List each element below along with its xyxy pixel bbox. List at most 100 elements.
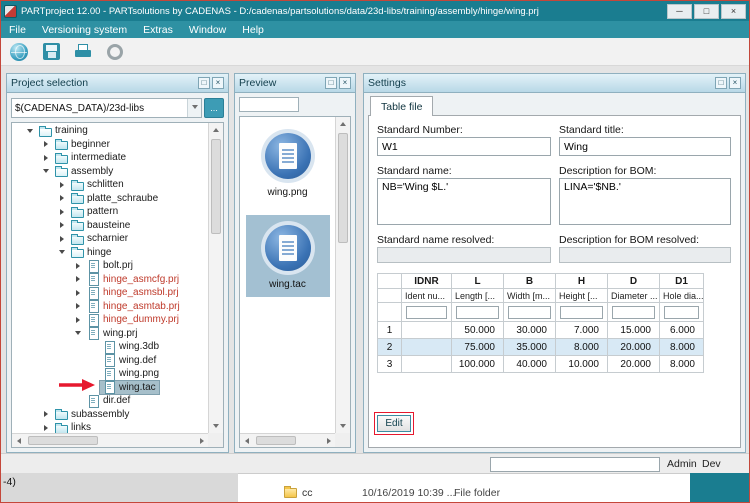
cell-d[interactable]: 15.000 [608,322,660,339]
tree-item[interactable]: hinge_asmcfg.prj [12,273,208,287]
tab-table-file[interactable]: Table file [370,96,433,116]
tree-item[interactable]: training [12,124,208,138]
float-panel-icon[interactable]: □ [325,77,337,89]
menu-item[interactable]: Versioning system [34,21,135,38]
scroll-up-icon[interactable] [209,123,223,137]
toolbar-button[interactable] [71,40,95,64]
preview-filter-input[interactable] [239,97,299,112]
column-header[interactable]: D [608,274,660,289]
tree-item[interactable]: wing.tac [12,381,208,395]
toolbar-button[interactable] [103,40,127,64]
expander-icon[interactable] [72,263,84,269]
menu-item[interactable]: Window [181,21,234,38]
scrollbar-thumb[interactable] [28,436,98,445]
table-filter-input[interactable] [456,306,499,319]
cell-h[interactable]: 7.000 [556,322,608,339]
scroll-down-icon[interactable] [336,419,350,433]
cell-h[interactable]: 8.000 [556,339,608,356]
cell-l[interactable]: 100.000 [452,356,504,373]
cell-b[interactable]: 35.000 [504,339,556,356]
table-filter-input[interactable] [406,306,447,319]
expander-icon[interactable] [56,247,68,257]
column-header[interactable]: L [452,274,504,289]
tree-item[interactable]: subassembly [12,408,208,422]
cell-d[interactable]: 20.000 [608,356,660,373]
expander-icon[interactable] [24,126,36,136]
toolbar-button[interactable] [7,40,31,64]
close-panel-icon[interactable]: × [339,77,351,89]
scroll-right-icon[interactable] [195,434,209,448]
standard-name-input[interactable]: NB='Wing $L.' [377,178,551,225]
tree-item[interactable]: assembly [12,165,208,179]
tree-item[interactable]: bolt.prj [12,259,208,273]
scroll-up-icon[interactable] [336,117,350,131]
tree-item[interactable]: scharnier [12,232,208,246]
table-filter-input[interactable] [560,306,603,319]
tree-item[interactable]: wing.prj [12,327,208,341]
toolbar-button[interactable] [39,40,63,64]
column-header[interactable]: IDNR [402,274,452,289]
column-header[interactable]: H [556,274,608,289]
project-path-combobox[interactable]: $(CADENAS_DATA)/23d-libs [11,98,202,118]
table-row[interactable]: 3 100.000 40.000 10.000 20.000 8.000 [378,356,704,373]
tree-item[interactable]: wing.png [12,367,208,381]
edit-button[interactable]: Edit [377,415,411,432]
bom-input[interactable]: LINA='$NB.' [559,178,731,225]
scroll-right-icon[interactable] [322,434,336,448]
combobox-dropdown-icon[interactable] [187,99,201,117]
float-panel-icon[interactable]: □ [198,77,210,89]
expander-icon[interactable] [40,141,52,147]
cell-l[interactable]: 50.000 [452,322,504,339]
table-row[interactable]: 1 50.000 30.000 7.000 15.000 6.000 [378,322,704,339]
cell-d1[interactable]: 8.000 [660,356,704,373]
cell-b[interactable]: 40.000 [504,356,556,373]
preview-item[interactable]: wing.tac [246,215,330,297]
tree-item[interactable]: wing.def [12,354,208,368]
expander-icon[interactable] [56,182,68,188]
scroll-down-icon[interactable] [209,419,223,433]
tree-horizontal-scrollbar[interactable] [12,433,209,447]
standard-title-input[interactable] [559,137,731,156]
close-button[interactable]: × [721,4,746,19]
float-panel-icon[interactable]: □ [715,77,727,89]
table-filter-input[interactable] [612,306,655,319]
tree-item[interactable]: hinge_asmtab.prj [12,300,208,314]
scroll-left-icon[interactable] [240,434,254,448]
expander-icon[interactable] [56,195,68,201]
cell-d1[interactable]: 8.000 [660,339,704,356]
tree-item[interactable]: intermediate [12,151,208,165]
cell-b[interactable]: 30.000 [504,322,556,339]
cell-idnr[interactable] [402,356,452,373]
menu-item[interactable]: File [1,21,34,38]
tree-item[interactable]: dir.def [12,394,208,408]
expander-icon[interactable] [72,328,84,338]
preview-horizontal-scrollbar[interactable] [240,433,336,447]
table-filter-input[interactable] [508,306,551,319]
scrollbar-thumb[interactable] [211,139,221,234]
maximize-button[interactable]: □ [694,4,719,19]
expander-icon[interactable] [56,236,68,242]
cell-l[interactable]: 75.000 [452,339,504,356]
tree-item[interactable]: hinge_dummy.prj [12,313,208,327]
tree-item[interactable]: platte_schraube [12,192,208,206]
tree-item[interactable]: wing.3db [12,340,208,354]
tree-item[interactable]: hinge_asmsbl.prj [12,286,208,300]
cell-idnr[interactable] [402,339,452,356]
menu-item[interactable]: Extras [135,21,181,38]
tree-item[interactable]: bausteine [12,219,208,233]
preview-vertical-scrollbar[interactable] [335,117,350,433]
expander-icon[interactable] [56,222,68,228]
tree-item[interactable]: pattern [12,205,208,219]
scrollbar-thumb[interactable] [256,436,296,445]
table-row[interactable]: 2 75.000 35.000 8.000 20.000 8.000 [378,339,704,356]
expander-icon[interactable] [72,276,84,282]
expander-icon[interactable] [72,290,84,296]
column-header[interactable]: D1 [660,274,704,289]
table-filter-input[interactable] [664,306,699,319]
cell-d1[interactable]: 6.000 [660,322,704,339]
dev-label[interactable]: Dev [702,458,721,470]
expander-icon[interactable] [72,317,84,323]
close-panel-icon[interactable]: × [729,77,741,89]
close-panel-icon[interactable]: × [212,77,224,89]
tree-item[interactable]: hinge [12,246,208,260]
